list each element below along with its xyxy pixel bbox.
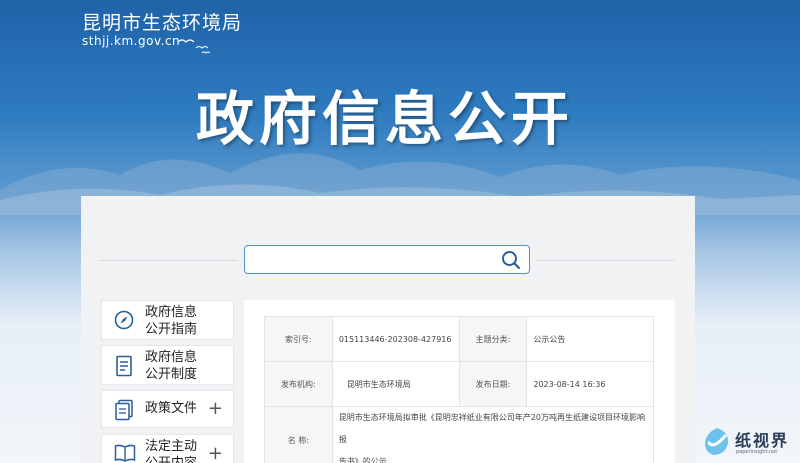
table-row: 名 称: 昆明市生态环境局拟审批《昆明忠祥纸业有限公司年产20万吨再生纸建设项目… bbox=[264, 406, 655, 463]
watermark-url: paperinsight.net bbox=[736, 449, 778, 455]
watermark-text: 纸视界 bbox=[735, 431, 790, 450]
compass-icon bbox=[114, 310, 134, 330]
sidebar-item-guide[interactable]: 政府信息 公开指南 bbox=[101, 300, 234, 340]
book-icon bbox=[114, 444, 136, 462]
sidebar-item-system[interactable]: 政府信息 公开制度 bbox=[101, 345, 234, 385]
info-table: 索引号: 015113446-202308-427916 主题分类: 公示公告 … bbox=[264, 316, 655, 463]
table-row: 发布机构: 昆明市生态环境局 发布日期: 2023-08-14 16:36 bbox=[264, 361, 654, 407]
hero-title: 政府信息公开 bbox=[196, 85, 575, 153]
category-label: 主题分类: bbox=[458, 316, 528, 362]
birds-icon bbox=[177, 39, 211, 54]
date-value: 2023-08-14 16:36 bbox=[526, 361, 654, 407]
divider-right bbox=[537, 260, 675, 261]
site-name[interactable]: 昆明市生态环境局 bbox=[82, 8, 242, 35]
publisher-label: 发布机构: bbox=[264, 361, 333, 407]
site-url[interactable]: sthjj.km.gov.cn bbox=[82, 34, 180, 48]
divider-left bbox=[100, 260, 238, 261]
publisher-value: 昆明市生态环境局 bbox=[331, 361, 460, 407]
document-icon bbox=[116, 355, 132, 377]
category-value: 公示公告 bbox=[526, 316, 654, 362]
table-row: 索引号: 015113446-202308-427916 主题分类: 公示公告 bbox=[264, 316, 654, 362]
search-input[interactable] bbox=[244, 245, 530, 274]
sidebar-item-label: 法定主动 公开内容 bbox=[145, 439, 198, 463]
search-icon[interactable] bbox=[501, 250, 521, 270]
watermark-logo-icon bbox=[705, 428, 729, 455]
date-label: 发布日期: bbox=[458, 361, 528, 407]
name-value: 昆明市生态环境局拟审批《昆明忠祥纸业有限公司年产20万吨再生纸建设项目环境影响报… bbox=[331, 406, 655, 463]
files-icon bbox=[115, 399, 133, 421]
name-label: 名 称: bbox=[264, 406, 333, 463]
sidebar-item-label: 政府信息 公开制度 bbox=[145, 350, 198, 382]
index-value: 015113446-202308-427916 bbox=[331, 316, 460, 362]
index-label: 索引号: bbox=[264, 316, 333, 362]
expand-icon[interactable]: + bbox=[208, 400, 223, 418]
sidebar-item-policy[interactable]: 政策文件 + bbox=[101, 390, 234, 428]
sidebar-item-label: 政策文件 bbox=[145, 401, 198, 416]
expand-icon[interactable]: + bbox=[208, 445, 223, 463]
sidebar-item-statutory[interactable]: 法定主动 公开内容 + bbox=[101, 434, 234, 463]
sidebar-item-label: 政府信息 公开指南 bbox=[145, 305, 198, 337]
